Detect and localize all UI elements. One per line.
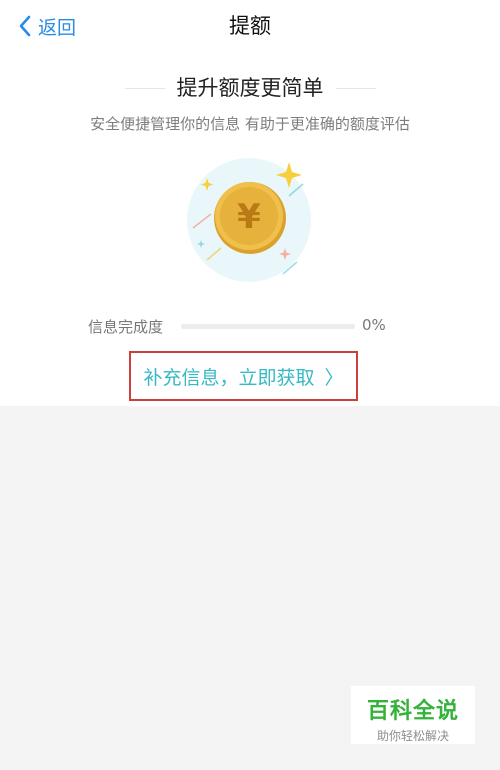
headline-row: 提升额度更简单 — [0, 72, 500, 104]
watermark-title: 百科全说 — [366, 699, 459, 724]
cta-label: 补充信息，立即获取 — [143, 366, 315, 389]
progress-label: 信息完成度 — [88, 318, 164, 336]
back-button[interactable]: 返回 — [18, 10, 76, 42]
supplement-info-button[interactable]: 补充信息，立即获取 〉 — [131, 353, 356, 399]
back-label: 返回 — [38, 16, 77, 39]
chevron-left-icon — [19, 15, 31, 37]
chevron-right-icon: 〉 — [324, 366, 344, 389]
headline: 提升额度更简单 — [176, 76, 324, 100]
subtitle: 安全便捷管理你的信息 有助于更准确的额度评估 — [90, 115, 410, 133]
coin-symbol: ¥ — [237, 197, 261, 237]
watermark-subtitle: 助你轻松解决 — [376, 729, 449, 743]
cta-highlight-box: 补充信息，立即获取 〉 — [129, 351, 358, 401]
content-card: 返回 提额 提升额度更简单 安全便捷管理你的信息 有助于更准确的额度评估 ¥ 信… — [0, 0, 500, 406]
watermark-logo: 百科全说 助你轻松解决 — [351, 686, 475, 744]
progress-track — [181, 324, 355, 329]
headline-divider-right — [335, 87, 376, 89]
completion-progress: 信息完成度 0% — [0, 316, 500, 336]
yuan-coin-icon: ¥ — [214, 182, 286, 254]
coin-illustration: ¥ — [187, 158, 311, 282]
headline-divider-left — [124, 87, 165, 89]
progress-value: 0% — [362, 316, 386, 334]
